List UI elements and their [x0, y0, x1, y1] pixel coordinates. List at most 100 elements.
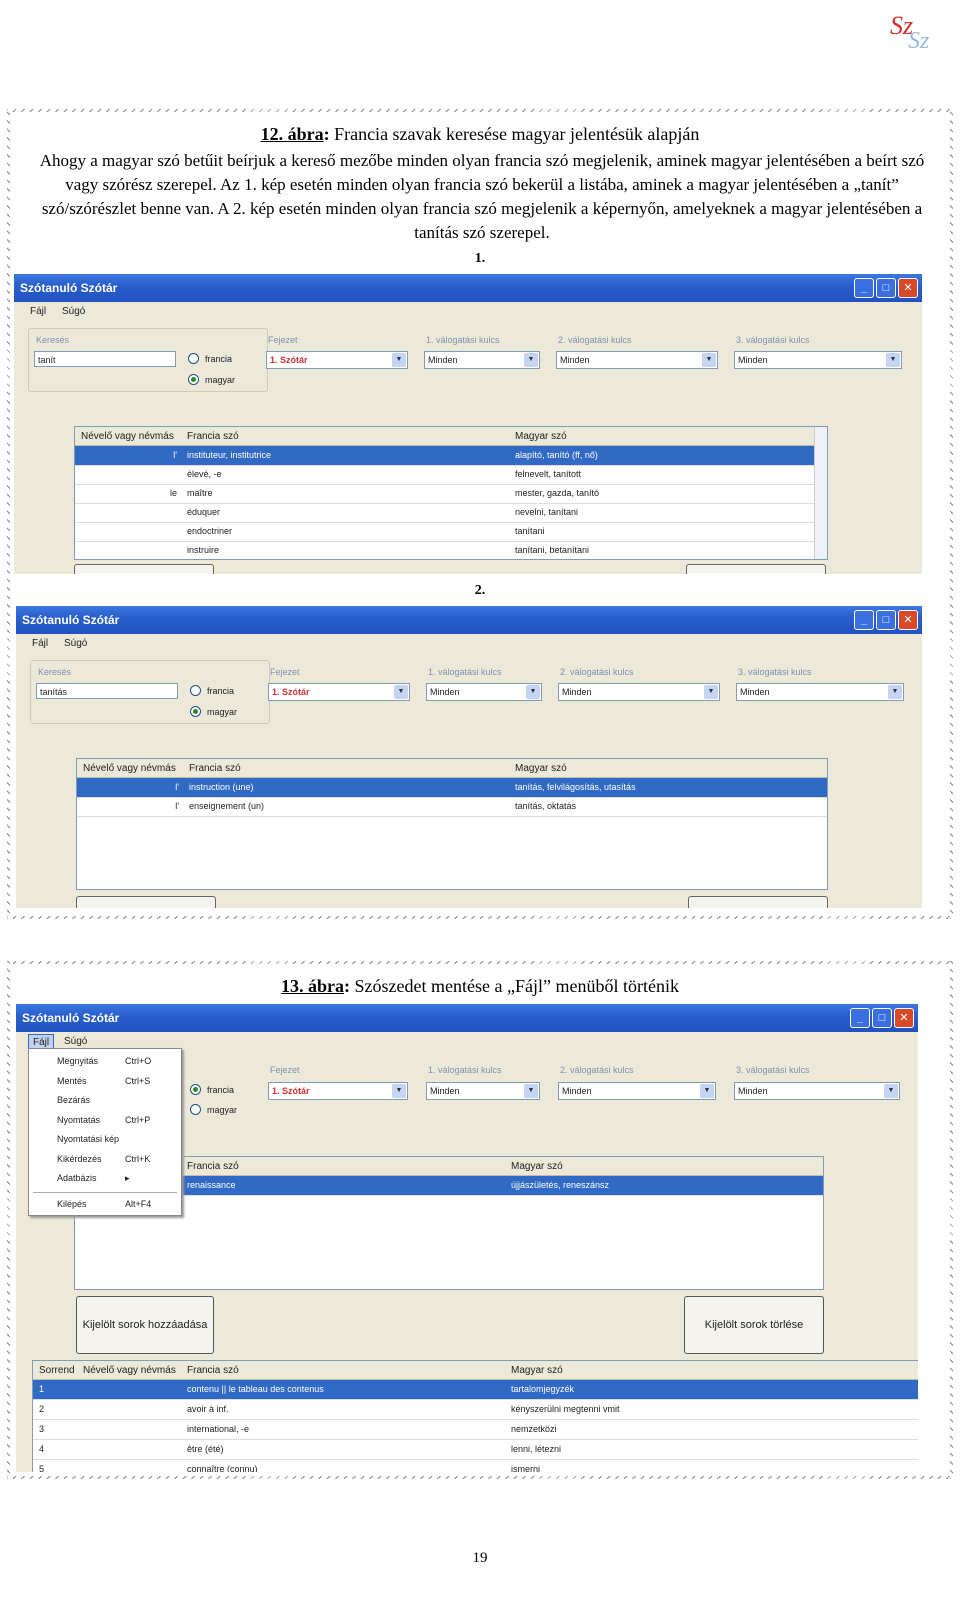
table-row[interactable]: 5 connaître (connu) ismerni [33, 1460, 918, 1472]
chevron-down-icon: ▼ [526, 685, 540, 699]
menu-item[interactable]: Adatbázis ▸ [29, 1169, 181, 1188]
menu-item[interactable]: Bezárás [29, 1091, 181, 1110]
key2-select[interactable]: Minden ▼ [558, 683, 720, 701]
window-title: Szótanuló Szótár [20, 281, 118, 295]
menu-item-shortcut: Ctrl+P [125, 1114, 151, 1125]
menu-item[interactable]: Nyomtatási kép [29, 1130, 181, 1149]
key3-select[interactable]: Minden ▼ [734, 1082, 900, 1100]
menu-item-shortcut: Ctrl+O [125, 1056, 152, 1066]
title-bar: Szótanuló Szótár _ □ ✕ [14, 274, 922, 302]
menu-item[interactable]: Mentés Ctrl+S [29, 1072, 181, 1091]
figure-12-paragraph: Ahogy a magyar szó betűit beírjuk a kere… [39, 151, 925, 242]
col-french[interactable]: Francia szó [187, 1365, 239, 1376]
hungarian-cell: alapító, tanító (ff, nő) [515, 450, 598, 460]
add-selected-button[interactable]: Kijelölt sorok hozzáadása [76, 1296, 214, 1354]
table-row[interactable]: l' instituteur, institutrice alapító, taní… [75, 446, 827, 466]
french-cell: être (été) [187, 1444, 224, 1454]
hungarian-cell: lenni, létezni [511, 1444, 562, 1454]
french-cell: international, -e [187, 1424, 250, 1434]
minimize-button[interactable]: _ [850, 1008, 870, 1028]
radio-french[interactable]: francia [190, 685, 234, 696]
chapter-select[interactable]: 1. Szótár ▼ [268, 1082, 408, 1100]
hungarian-cell: ismerni [511, 1464, 541, 1472]
menu-item[interactable]: Megnyitás Ctrl+O [29, 1052, 181, 1071]
radio-hungarian[interactable]: magyar [190, 706, 237, 717]
hungarian-cell: tanítani [515, 526, 545, 536]
radio-hungarian[interactable]: magyar [188, 374, 235, 385]
close-button[interactable]: ✕ [898, 610, 918, 630]
chapter-select[interactable]: 1. Szótár ▼ [266, 351, 408, 369]
figure-13-title: Szószedet mentése a „Fájl” menüből törté… [350, 976, 679, 996]
col-hungarian[interactable]: Magyar szó [515, 763, 567, 774]
table-row[interactable]: le maître mester, gazda, tanító [75, 484, 827, 504]
table-row[interactable]: 1 contenu || le tableau des contenus tarta… [33, 1380, 918, 1400]
minimize-button[interactable]: _ [854, 610, 874, 630]
close-button[interactable]: ✕ [894, 1008, 914, 1028]
search-label: Keresés [36, 335, 70, 345]
col-hungarian[interactable]: Magyar szó [511, 1365, 563, 1376]
order-cell: 2 [39, 1404, 45, 1414]
table-row[interactable]: 2 avoir à inf. kényszerülni megtenni vmit [33, 1400, 918, 1420]
table-row[interactable]: 4 être (été) lenni, létezni [33, 1440, 918, 1460]
table-row[interactable]: renaissance újjászületés, reneszánsz [75, 1176, 823, 1196]
col-french[interactable]: Francia szó [187, 431, 239, 442]
table-row[interactable]: 3 international, -e nemzetközi [33, 1420, 918, 1440]
table-row[interactable]: instruire tanítani, betanítani [75, 541, 827, 559]
radio-french[interactable]: francia [190, 1084, 234, 1095]
col-article[interactable]: Névelő vagy névmás [81, 431, 174, 442]
col-order[interactable]: Sorrend [39, 1365, 75, 1376]
key2-select[interactable]: Minden ▼ [556, 351, 718, 369]
maximize-button[interactable]: □ [872, 1008, 892, 1028]
menu-bar: Fájl Súgó [16, 634, 922, 654]
maximize-button[interactable]: □ [876, 610, 896, 630]
menu-item-shortcut: Alt+F4 [125, 1198, 152, 1209]
results-grid: Névelő vagy névmás Francia szó Magyar sz… [76, 758, 828, 890]
col-french[interactable]: Francia szó [187, 1161, 239, 1172]
menu-item[interactable]: Kilépés Alt+F4 [29, 1195, 181, 1214]
search-input[interactable]: tanít [34, 351, 176, 367]
search-input[interactable]: tanítás [36, 683, 178, 699]
french-cell: avoir à inf. [187, 1404, 229, 1414]
col-article[interactable]: Névelő vagy névmás [83, 1365, 176, 1376]
menu-help[interactable]: Súgó [64, 638, 87, 649]
key1-select[interactable]: Minden ▼ [424, 351, 540, 369]
col-article[interactable]: Névelő vagy névmás [83, 763, 176, 774]
key3-select[interactable]: Minden ▼ [736, 683, 904, 701]
delete-selected-button[interactable]: Kijelölt sorok törlése [684, 1296, 824, 1354]
app-window-1: Szótanuló Szótár _ □ ✕ Fájl Súgó Keresés… [14, 274, 922, 574]
close-button[interactable]: ✕ [898, 278, 918, 298]
table-row[interactable]: l' enseignement (un) tanítás, oktatás [77, 797, 827, 817]
scrollbar[interactable] [814, 427, 827, 559]
radio-hungarian[interactable]: magyar [190, 1104, 237, 1115]
menu-item[interactable]: Kikérdezés Ctrl+K [29, 1150, 181, 1169]
menu-file[interactable]: Fájl [32, 638, 48, 649]
chapter-select[interactable]: 1. Szótár ▼ [268, 683, 410, 701]
hungarian-cell: nevelni, tanítani [515, 507, 579, 517]
key1-select[interactable]: Minden ▼ [426, 683, 542, 701]
radio-french[interactable]: francia [188, 353, 232, 364]
menu-help[interactable]: Súgó [64, 1036, 87, 1047]
chevron-down-icon: ▼ [884, 1084, 898, 1098]
french-cell: enseignement (un) [189, 801, 265, 811]
minimize-button[interactable]: _ [854, 278, 874, 298]
menu-item[interactable]: Nyomtatás Ctrl+P [29, 1111, 181, 1130]
table-row[interactable]: l' instruction (une) tanítás, felvilágosít… [77, 778, 827, 798]
svg-text:Sz: Sz [908, 28, 930, 52]
col-hungarian[interactable]: Magyar szó [511, 1161, 563, 1172]
col-hungarian[interactable]: Magyar szó [515, 431, 567, 442]
order-cell: 4 [39, 1444, 45, 1454]
maximize-button[interactable]: □ [876, 278, 896, 298]
table-row[interactable]: élevé, -e felnevelt, tanított [75, 465, 827, 485]
menu-item-label: Kilépés [57, 1198, 87, 1209]
window-title: Szótanuló Szótár [22, 613, 120, 627]
results-grid: Francia szó Magyar szó renaissance újjás… [74, 1156, 824, 1290]
key3-select[interactable]: Minden ▼ [734, 351, 902, 369]
table-row[interactable]: éduquer nevelni, tanítani [75, 503, 827, 523]
table-row[interactable]: endoctriner tanítani [75, 522, 827, 542]
key1-select[interactable]: Minden ▼ [426, 1082, 540, 1100]
menu-help[interactable]: Súgó [62, 306, 85, 317]
col-french[interactable]: Francia szó [189, 763, 241, 774]
menu-file[interactable]: Fájl [30, 306, 46, 317]
key2-select[interactable]: Minden ▼ [558, 1082, 716, 1100]
key3-label: 3. válogatási kulcs [736, 335, 810, 345]
